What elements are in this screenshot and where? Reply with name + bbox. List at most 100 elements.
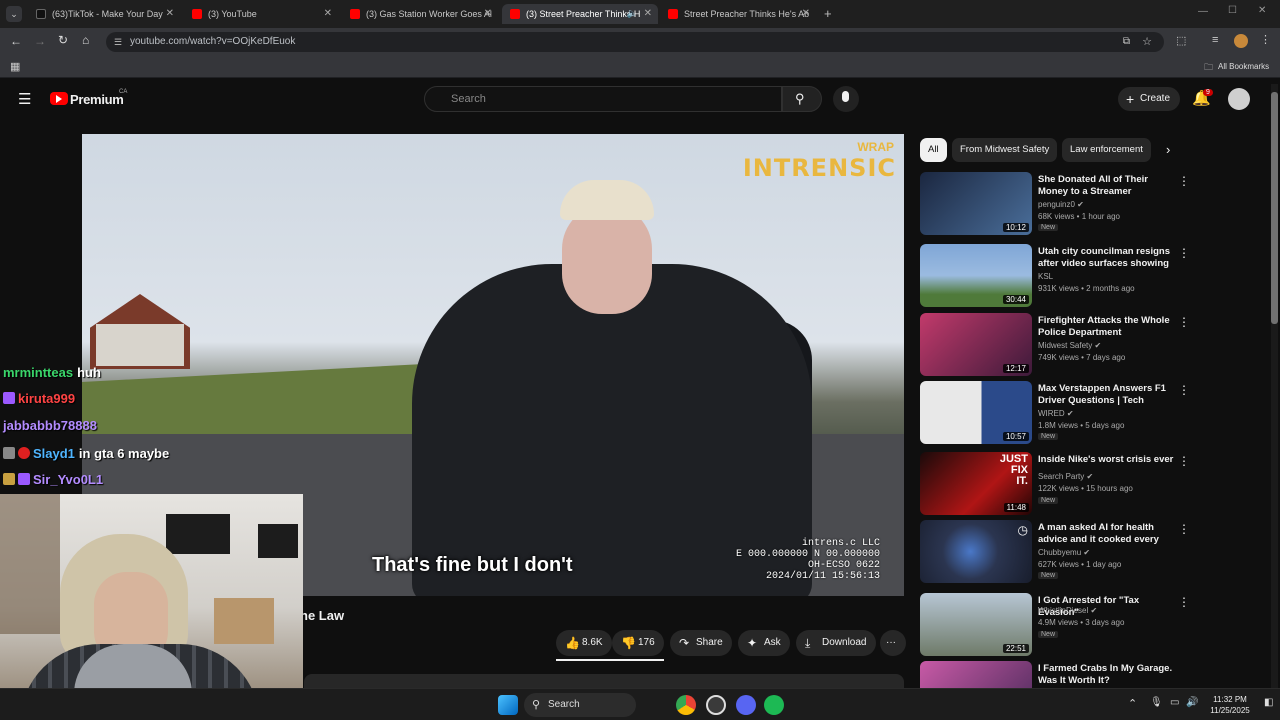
channel-name[interactable]: KSL xyxy=(1038,272,1053,281)
recommendation-title[interactable]: Utah city councilman resigns after video… xyxy=(1038,246,1174,270)
recommendation-title[interactable]: I Farmed Crabs In My Garage. Was It Wort… xyxy=(1038,663,1174,687)
close-icon[interactable]: ✕ xyxy=(166,8,174,19)
youtube-logo[interactable] xyxy=(50,92,68,105)
recommendation-item[interactable]: 10:12 She Donated All of Their Money to … xyxy=(920,172,1190,236)
video-thumbnail[interactable] xyxy=(920,661,1032,688)
chip-from-midwest-safety[interactable]: From Midwest Safety xyxy=(952,138,1058,162)
close-icon[interactable]: ✕ xyxy=(802,8,810,19)
channel-name[interactable]: Search Party ✔ xyxy=(1038,472,1093,481)
search-button[interactable]: ⚲ xyxy=(782,86,822,112)
page-scrollbar-thumb[interactable] xyxy=(1271,92,1278,324)
video-thumbnail[interactable]: 12:17 xyxy=(920,313,1032,376)
volume-tray-icon[interactable]: 🔊 xyxy=(1186,697,1198,708)
more-options-icon[interactable]: ⋮ xyxy=(1178,246,1190,260)
discord-icon[interactable] xyxy=(736,695,756,715)
share-button[interactable]: ↷ Share xyxy=(670,630,732,656)
close-icon[interactable]: ✕ xyxy=(644,8,652,19)
channel-name[interactable]: WIRED ✔ xyxy=(1038,409,1074,418)
video-thumbnail[interactable]: 10:57 xyxy=(920,381,1032,444)
like-button[interactable]: 👍 8.6K xyxy=(556,630,612,656)
close-window-icon[interactable]: ✕ xyxy=(1258,5,1266,16)
more-options-icon[interactable]: ⋮ xyxy=(1178,595,1190,609)
search-input[interactable]: Search xyxy=(424,86,782,112)
voice-search-button[interactable] xyxy=(833,86,859,112)
browser-menu-icon[interactable]: ⋮ xyxy=(1260,33,1271,46)
recommendation-title[interactable]: She Donated All of Their Money to a Stre… xyxy=(1038,174,1174,198)
bookmark-star-icon[interactable]: ☆ xyxy=(1142,32,1152,52)
channel-name[interactable]: WhistlinDiesel ✔ xyxy=(1038,606,1097,615)
taskbar-clock[interactable]: 11:32 PM 11/25/2025 xyxy=(1202,694,1258,716)
dislike-button[interactable]: 👎 176 xyxy=(612,630,664,656)
more-options-icon[interactable]: ⋮ xyxy=(1178,174,1190,188)
video-thumbnail[interactable]: 10:12 xyxy=(920,172,1032,235)
apps-grid-icon[interactable]: ▦ xyxy=(10,60,20,73)
recommendation-item[interactable]: 30:44 Utah city councilman resigns after… xyxy=(920,244,1190,308)
video-thumbnail[interactable]: JUST FIX IT. 11:48 xyxy=(920,452,1032,515)
new-tab-button[interactable]: + xyxy=(824,6,832,21)
url-input[interactable]: ☰ youtube.com/watch?v=OOjKeDfEuok ⧉ ☆ xyxy=(106,32,1164,52)
recommendation-item[interactable]: 10:57 Max Verstappen Answers F1 Driver Q… xyxy=(920,381,1190,445)
profile-avatar[interactable] xyxy=(1234,34,1248,48)
close-icon[interactable]: ✕ xyxy=(484,8,492,19)
display-tray-icon[interactable]: ▭ xyxy=(1170,697,1179,708)
more-options-icon[interactable]: ⋮ xyxy=(1178,454,1190,468)
more-options-icon[interactable]: ⋮ xyxy=(1178,383,1190,397)
recommendation-item[interactable]: 12:17 Firefighter Attacks the Whole Poli… xyxy=(920,313,1190,377)
spotify-icon[interactable] xyxy=(764,695,784,715)
recommendation-item[interactable]: 22:51 I Got Arrested for "Tax Evasion" W… xyxy=(920,593,1190,657)
more-actions-button[interactable]: ··· xyxy=(880,630,906,656)
close-icon[interactable]: ✕ xyxy=(324,8,332,19)
more-options-icon[interactable]: ⋮ xyxy=(1178,522,1190,536)
video-thumbnail[interactable]: 22:51 xyxy=(920,593,1032,656)
recommendation-title[interactable]: Inside Nike's worst crisis ever xyxy=(1038,454,1174,466)
chrome-icon[interactable] xyxy=(676,695,696,715)
download-button[interactable]: ⤓ Download xyxy=(796,630,876,656)
speaker-icon[interactable]: 🔈 xyxy=(627,8,638,19)
back-icon[interactable]: ← xyxy=(10,34,22,48)
all-bookmarks-link[interactable]: All Bookmarks xyxy=(1218,62,1269,71)
video-thumbnail[interactable]: ◷ xyxy=(920,520,1032,583)
site-info-icon[interactable]: ☰ xyxy=(114,32,122,52)
chip-law-enforcement[interactable]: Law enforcement xyxy=(1062,138,1151,162)
more-options-icon[interactable]: ⋮ xyxy=(1178,663,1180,677)
tab-street-preacher-active[interactable]: (3) Street Preacher Thinks H 🔈 ✕ xyxy=(502,4,658,24)
reload-icon[interactable]: ↻ xyxy=(58,33,68,47)
recommendation-title[interactable]: A man asked AI for health advice and it … xyxy=(1038,522,1174,546)
account-avatar[interactable] xyxy=(1228,88,1250,110)
obs-icon[interactable] xyxy=(706,695,726,715)
more-options-icon[interactable]: ⋮ xyxy=(1178,315,1190,329)
chevron-right-icon[interactable]: › xyxy=(1166,142,1170,157)
taskbar-search[interactable]: ⚲ Search xyxy=(524,693,636,717)
watch-later-icon[interactable]: ◷ xyxy=(1018,523,1028,537)
recommendation-title[interactable]: Max Verstappen Answers F1 Driver Questio… xyxy=(1038,383,1174,407)
chip-all[interactable]: All xyxy=(920,138,947,162)
tab-street-preacher[interactable]: Street Preacher Thinks He's Ab ✕ xyxy=(660,4,816,24)
ask-button[interactable]: ✦ Ask xyxy=(738,630,790,656)
forward-icon[interactable]: → xyxy=(34,34,46,48)
recommendation-item[interactable]: ◷ A man asked AI for health advice and i… xyxy=(920,520,1190,584)
tab-list-icon[interactable]: ⌄ xyxy=(6,6,22,22)
video-thumbnail[interactable]: 30:44 xyxy=(920,244,1032,307)
tray-chevron-icon[interactable]: ⌃ xyxy=(1128,697,1137,710)
recommendation-item[interactable]: JUST FIX IT. 11:48 Inside Nike's worst cri… xyxy=(920,452,1190,516)
channel-name[interactable]: Midwest Safety ✔ xyxy=(1038,341,1101,350)
create-button[interactable]: + Create xyxy=(1118,87,1180,111)
install-icon[interactable]: ⧉ xyxy=(1123,32,1130,52)
media-icon[interactable]: ≡ xyxy=(1212,34,1218,46)
minimize-icon[interactable]: — xyxy=(1198,6,1208,17)
microphone-tray-icon[interactable]: 🎙 xyxy=(1150,697,1163,708)
description-box[interactable] xyxy=(304,674,904,688)
windows-start-icon[interactable] xyxy=(498,695,518,715)
tab-gas-station[interactable]: (3) Gas Station Worker Goes Al ✕ xyxy=(342,4,498,24)
recommendation-title[interactable]: Firefighter Attacks the Whole Police Dep… xyxy=(1038,315,1174,339)
extensions-icon[interactable]: ⬚ xyxy=(1176,34,1186,47)
tab-youtube[interactable]: (3) YouTube ✕ xyxy=(184,4,338,24)
channel-name[interactable]: Chubbyemu ✔ xyxy=(1038,548,1090,557)
notification-center-icon[interactable]: ◧ xyxy=(1264,697,1273,708)
recommendation-item[interactable]: I Farmed Crabs In My Garage. Was It Wort… xyxy=(920,661,1180,688)
channel-name[interactable]: penguinz0 ✔ xyxy=(1038,200,1084,209)
tab-tiktok[interactable]: (63)TikTok - Make Your Day ✕ xyxy=(28,4,180,24)
home-icon[interactable]: ⌂ xyxy=(82,33,89,47)
maximize-icon[interactable]: ☐ xyxy=(1228,5,1237,16)
hamburger-menu-icon[interactable]: ☰ xyxy=(18,90,31,108)
